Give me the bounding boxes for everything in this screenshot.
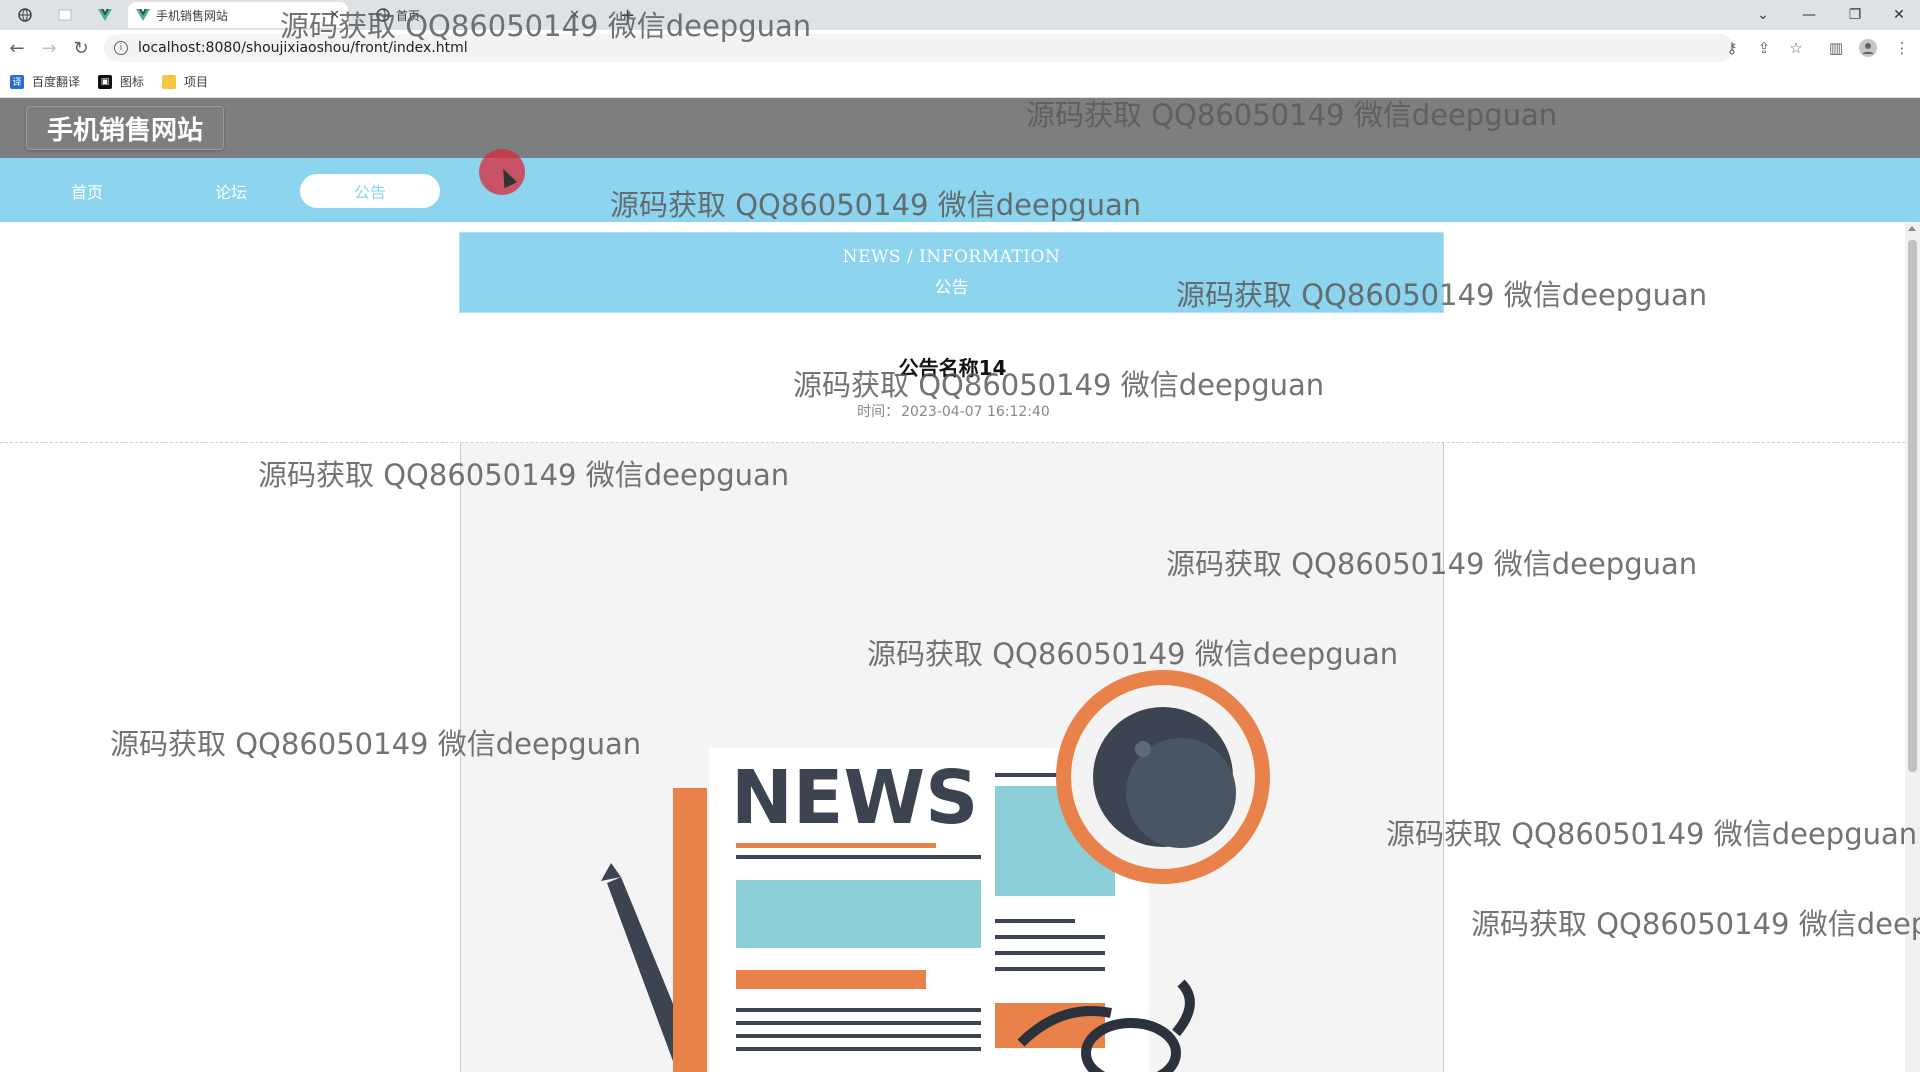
page-scrollbar[interactable] [1905,222,1920,1072]
nav-item-5[interactable] [582,174,722,208]
scroll-thumb[interactable] [1908,240,1917,772]
tab-title: 手机销售网站 [156,8,229,23]
vue-logo-icon [98,8,112,22]
time-label: 时间： [857,404,900,420]
image-icon: ▣ [98,74,113,89]
bookmarks-bar: 译 百度翻译 ▣ 图标 项目 [0,66,1920,98]
site-header: 手机销售网站 [0,98,1920,158]
browser-tab[interactable] [50,2,86,28]
bookmark-item[interactable]: 项目 [162,73,208,90]
new-tab-button[interactable]: + [612,2,643,28]
news-headline: NEWS [731,755,978,841]
globe-icon [376,8,390,22]
info-icon[interactable]: i [114,41,128,55]
coffee-cup-icon [1056,670,1270,884]
watermark-text: 源码获取 QQ86050149 微信deepguan [1471,907,1920,941]
nav-item-notice[interactable]: 公告 [300,174,440,208]
profile-icon[interactable] [1858,38,1878,58]
address-bar[interactable]: i localhost:8080/shoujixiaoshou/front/in… [104,34,1734,62]
browser-tab-bar: 手机销售网站 ✕ 首页 ✕ + ⌄ — ❐ ✕ [0,0,1920,30]
bookmark-item[interactable]: ▣ 图标 [98,73,144,90]
nav-item-6[interactable] [726,174,866,208]
nav-item-forum[interactable]: 论坛 [161,174,301,208]
banner-title-zh: 公告 [934,278,969,298]
star-icon[interactable]: ☆ [1786,38,1806,58]
back-icon[interactable]: ← [4,36,30,60]
forward-icon[interactable]: → [36,36,62,60]
banner-title-en: NEWS / INFORMATION [842,247,1061,267]
article-time: 时间： 2023-04-07 16:12:40 [0,401,1905,421]
browser-tab-active[interactable]: 手机销售网站 ✕ [128,2,348,28]
globe-icon [18,8,32,22]
page-root: 手机销售网站 ✕ 首页 ✕ + ⌄ — ❐ ✕ ← → ↻ i localhos… [0,0,1920,1072]
news-illustration: NEWS [601,670,1270,1072]
nav-item-home[interactable]: 首页 [17,174,157,208]
browser-tab[interactable] [90,2,126,28]
site-title[interactable]: 手机销售网站 [26,106,225,150]
key-icon[interactable]: ⚷ [1722,38,1742,58]
browser-tab[interactable] [10,2,46,28]
article-image: NEWS [460,443,1444,1072]
browser-tab[interactable]: 首页 ✕ [368,2,588,28]
reload-icon[interactable]: ↻ [68,36,94,60]
share-icon[interactable]: ⇪ [1754,38,1774,58]
watermark-text: 源码获取 QQ86050149 微信deepguan [1386,817,1918,851]
article-title: 公告名称14 [898,356,1007,380]
translate-icon: 译 [10,74,24,89]
restore-icon[interactable]: ❐ [1832,0,1878,30]
blank-page-icon [58,8,72,22]
main-nav: 首页 论坛 公告 [0,158,1920,222]
time-value: 2023-04-07 16:12:40 [901,404,1050,420]
vue-logo-icon [136,8,150,22]
minimize-icon[interactable]: — [1786,0,1832,30]
close-tab-icon[interactable]: ✕ [569,8,580,23]
close-tab-icon[interactable]: ✕ [329,8,340,23]
browser-toolbar: ← → ↻ i localhost:8080/shoujixiaoshou/fr… [0,30,1920,66]
side-panel-icon[interactable]: ▥ [1826,38,1846,58]
tab-search-icon[interactable]: ⌄ [1740,0,1786,30]
folder-icon [162,74,177,89]
bookmark-item[interactable]: 译 百度翻译 [10,73,80,90]
tab-title: 首页 [396,8,421,23]
news-banner: NEWS / INFORMATION 公告 [459,232,1444,313]
close-window-icon[interactable]: ✕ [1876,0,1920,30]
menu-icon[interactable]: ⋮ [1892,38,1912,58]
nav-item-7[interactable] [870,174,1010,208]
url-text: localhost:8080/shoujixiaoshou/front/inde… [138,40,468,56]
scroll-up-icon[interactable] [1908,226,1916,231]
